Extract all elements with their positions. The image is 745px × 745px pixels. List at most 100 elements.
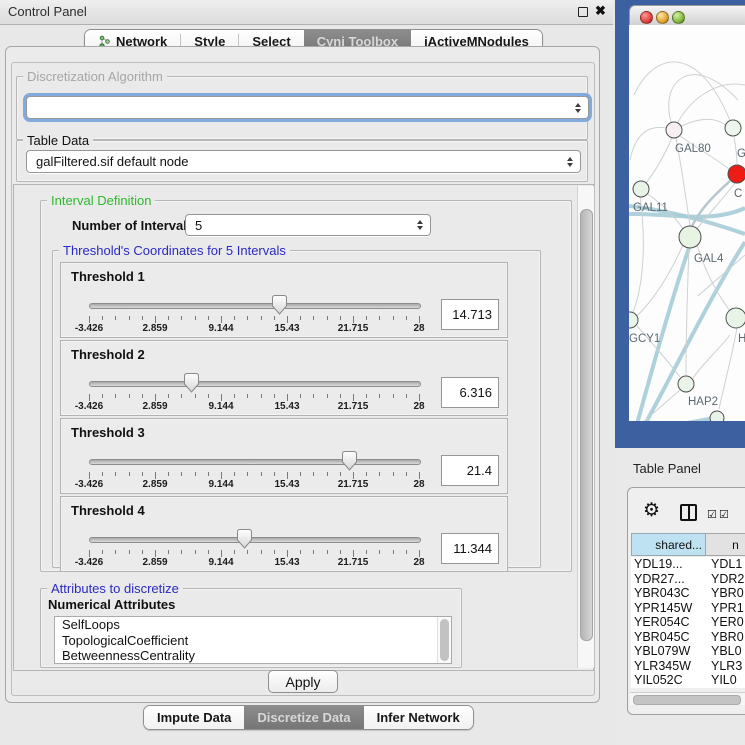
tick-mark bbox=[261, 316, 262, 320]
checkbox-icon[interactable]: ☑ bbox=[719, 508, 729, 521]
cell-name: YDR2 bbox=[706, 572, 744, 586]
network-view-canvas[interactable]: GAL80GACGAL11GAL4GCY1HHAP2 bbox=[629, 25, 745, 421]
tick-mark bbox=[313, 472, 314, 476]
tick-mark bbox=[247, 550, 248, 554]
threshold-value-field[interactable]: 14.713 bbox=[441, 299, 499, 330]
gear-icon[interactable]: ⚙ bbox=[643, 501, 660, 521]
list-scrollbar[interactable] bbox=[437, 617, 451, 663]
table-row[interactable]: YPR145WYPR1 bbox=[631, 601, 745, 616]
network-node[interactable] bbox=[725, 120, 741, 136]
tick-mark bbox=[379, 316, 380, 320]
tick-mark bbox=[142, 472, 143, 476]
float-icon[interactable] bbox=[578, 7, 588, 17]
tick-mark bbox=[393, 550, 394, 554]
slider-track[interactable] bbox=[89, 537, 421, 543]
cyni-mode-tabs: Impute Data Discretize Data Infer Networ… bbox=[143, 705, 474, 730]
apply-button[interactable]: Apply bbox=[268, 670, 338, 693]
network-node[interactable] bbox=[678, 376, 694, 392]
tick-mark bbox=[142, 550, 143, 554]
tick-mark bbox=[353, 316, 354, 323]
node-label: H bbox=[738, 333, 745, 345]
table-row[interactable]: YDL19...YDL1 bbox=[631, 557, 745, 572]
column-header-name[interactable]: n bbox=[706, 533, 745, 556]
scale-label: 9.144 bbox=[208, 557, 233, 568]
column-view-icon[interactable] bbox=[680, 504, 697, 521]
tick-mark bbox=[327, 394, 328, 398]
tab-impute-data[interactable]: Impute Data bbox=[144, 706, 244, 729]
table-row[interactable]: YDR27...YDR2 bbox=[631, 572, 745, 587]
table-data-combobox[interactable]: galFiltered.sif default node bbox=[26, 150, 581, 173]
network-node[interactable] bbox=[710, 411, 724, 421]
tick-mark bbox=[115, 394, 116, 398]
scrollbar-thumb[interactable] bbox=[440, 619, 449, 661]
scale-label: 21.715 bbox=[338, 479, 369, 490]
column-header-shared-name[interactable]: shared... bbox=[631, 533, 706, 556]
table-row[interactable]: YBR043CYBR0 bbox=[631, 586, 745, 601]
table-row[interactable]: YBL079WYBL0 bbox=[631, 644, 745, 659]
table-row[interactable]: YIL052CYIL0 bbox=[631, 673, 745, 688]
close-traffic-light-icon[interactable] bbox=[640, 11, 653, 24]
network-node[interactable] bbox=[629, 312, 638, 328]
tick-mark bbox=[195, 550, 196, 554]
tick-mark bbox=[261, 550, 262, 554]
tick-mark bbox=[102, 316, 103, 320]
attribute-item[interactable]: TopologicalCoefficient bbox=[55, 633, 451, 649]
table-row[interactable]: YLR345WYLR3 bbox=[631, 659, 745, 674]
threshold-value-field[interactable]: 6.316 bbox=[441, 377, 499, 408]
algorithm-combobox[interactable] bbox=[26, 96, 589, 119]
scale-label: 9.144 bbox=[208, 323, 233, 334]
minimize-traffic-light-icon[interactable] bbox=[656, 11, 669, 24]
network-node[interactable] bbox=[679, 226, 701, 248]
attribute-item[interactable]: BetweennessCentrality bbox=[55, 648, 451, 664]
tick-mark bbox=[340, 472, 341, 476]
network-node[interactable] bbox=[666, 122, 682, 138]
network-node[interactable] bbox=[726, 308, 745, 328]
tick-mark bbox=[274, 316, 275, 320]
slider-track[interactable] bbox=[89, 303, 421, 309]
attribute-item[interactable]: SelfLoops bbox=[55, 617, 451, 633]
threshold-label: Threshold 4 bbox=[71, 503, 145, 518]
tick-mark bbox=[353, 550, 354, 557]
slider-thumb[interactable] bbox=[184, 373, 199, 393]
tick-mark bbox=[340, 550, 341, 554]
slider-thumb[interactable] bbox=[272, 295, 287, 315]
slider-thumb[interactable] bbox=[237, 529, 252, 549]
threshold-value-field[interactable]: 21.4 bbox=[441, 455, 499, 486]
cell-name: YBR0 bbox=[706, 630, 744, 644]
tick-mark bbox=[168, 316, 169, 320]
tick-mark bbox=[287, 316, 288, 323]
threshold-value-field[interactable]: 11.344 bbox=[441, 533, 499, 564]
tab-discretize-data[interactable]: Discretize Data bbox=[244, 706, 363, 729]
slider-track[interactable] bbox=[89, 459, 421, 465]
slider-track[interactable] bbox=[89, 381, 421, 387]
tab-infer-network[interactable]: Infer Network bbox=[364, 706, 473, 729]
tick-mark bbox=[208, 472, 209, 476]
tick-mark bbox=[366, 550, 367, 554]
table-row[interactable]: YER054CYER0 bbox=[631, 615, 745, 630]
tick-mark bbox=[327, 472, 328, 476]
numerical-attributes-list[interactable]: SelfLoopsTopologicalCoefficientBetweenne… bbox=[54, 616, 452, 664]
scale-label: 15.43 bbox=[274, 557, 299, 568]
tick-mark bbox=[247, 472, 248, 476]
cell-shared-name: YLR345W bbox=[631, 659, 706, 673]
close-icon[interactable]: ✖ bbox=[595, 3, 606, 19]
scale-label: 21.715 bbox=[338, 557, 369, 568]
checkbox-icon[interactable]: ☑ bbox=[707, 508, 717, 521]
network-node[interactable] bbox=[728, 165, 745, 183]
scale-label: 2.859 bbox=[142, 557, 167, 568]
scrollbar-thumb[interactable] bbox=[633, 695, 741, 705]
scale-label: 2.859 bbox=[142, 401, 167, 412]
tick-mark bbox=[419, 394, 420, 401]
tick-mark bbox=[419, 316, 420, 323]
slider-thumb[interactable] bbox=[342, 451, 357, 471]
network-node[interactable] bbox=[633, 181, 649, 197]
scrollbar-thumb[interactable] bbox=[580, 209, 593, 641]
zoom-traffic-light-icon[interactable] bbox=[672, 11, 685, 24]
cell-shared-name: YBR045C bbox=[631, 630, 706, 644]
cell-shared-name: YER054C bbox=[631, 615, 706, 629]
table-row[interactable]: YBR045CYBR0 bbox=[631, 630, 745, 645]
settings-scrollbar[interactable] bbox=[577, 186, 594, 668]
table-hscrollbar[interactable] bbox=[630, 692, 745, 705]
table-rows: YDL19...YDL1YDR27...YDR2YBR043CYBR0YPR14… bbox=[631, 557, 745, 688]
number-of-intervals-combobox[interactable]: 5 bbox=[185, 214, 431, 236]
